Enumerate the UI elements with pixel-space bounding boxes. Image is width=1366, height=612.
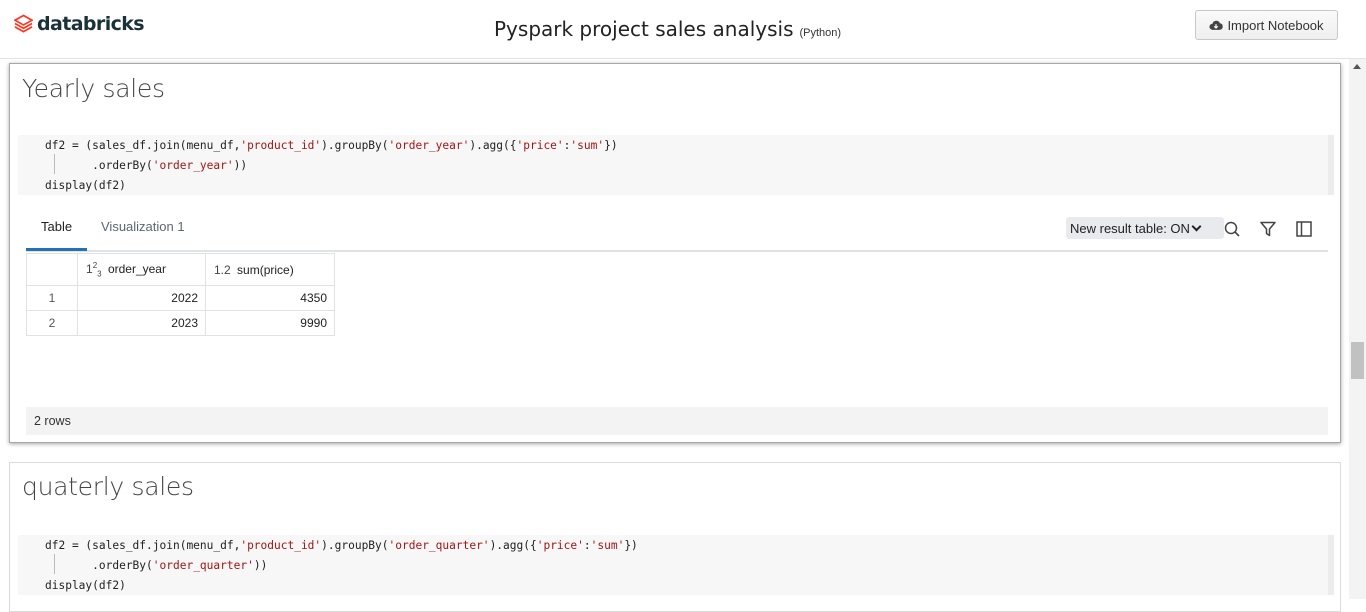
decimal-type-icon: 1.2 [214, 262, 231, 277]
notebook-title: Pyspark project sales analysis [494, 17, 794, 41]
code-line-2: .orderBy('order_quarter')) [45, 559, 268, 572]
databricks-logo-icon [14, 14, 33, 33]
chevron-down-icon [1191, 221, 1202, 231]
import-notebook-button[interactable]: Import Notebook [1195, 10, 1338, 40]
integer-type-icon: 123 [86, 260, 102, 279]
code-line-2: .orderBy('order_year')) [45, 159, 248, 172]
search-icon[interactable] [1223, 220, 1241, 238]
sidebar-panel-icon[interactable] [1295, 220, 1313, 238]
column-header-sum-price[interactable]: 1.2 sum(price) [205, 253, 335, 286]
cell-order-year[interactable]: 2023 [77, 310, 206, 336]
cell-sum-price[interactable]: 9990 [205, 310, 335, 336]
column-header-order-year[interactable]: 123 order_year [77, 253, 206, 286]
column-name: order_year [107, 261, 166, 276]
tab-table[interactable]: Table [41, 219, 72, 234]
cloud-download-icon [1209, 20, 1224, 30]
cell-heading: Yearly sales [22, 74, 165, 103]
code-editor[interactable]: df2 = (sales_df.join(menu_df,'product_id… [18, 535, 1334, 595]
result-table: 123 order_year 1.2 sum(price) 1 2022 435… [26, 253, 335, 336]
row-index-header [26, 253, 78, 286]
row-index: 1 [26, 285, 78, 311]
new-result-table-toggle[interactable]: New result table: ON [1066, 217, 1224, 239]
notebook-cell-quaterly-sales[interactable]: quaterly sales df2 = (sales_df.join(menu… [9, 462, 1341, 612]
top-header: databricks Pyspark project sales analysi… [0, 0, 1366, 59]
scrollbar-thumb[interactable] [1351, 342, 1364, 379]
table-row: 1 2022 4350 [26, 285, 335, 311]
page-scrollbar[interactable] [1349, 59, 1366, 599]
code-line-3: display(df2) [45, 579, 126, 592]
row-index: 2 [26, 310, 78, 336]
table-header-row: 123 order_year 1.2 sum(price) [26, 253, 335, 286]
tab-visualization-1[interactable]: Visualization 1 [101, 219, 185, 234]
brand-name: databricks [37, 13, 145, 35]
column-name: sum(price) [237, 262, 294, 277]
notebook-language: (Python) [799, 27, 842, 39]
code-line-3: display(df2) [45, 179, 126, 192]
cell-heading: quaterly sales [22, 472, 194, 501]
import-notebook-label: Import Notebook [1227, 17, 1324, 33]
filter-icon[interactable] [1259, 220, 1277, 238]
code-line-1: df2 = (sales_df.join(menu_df,'product_id… [45, 539, 638, 552]
code-editor[interactable]: df2 = (sales_df.join(menu_df,'product_id… [18, 135, 1334, 195]
databricks-logo[interactable]: databricks [14, 13, 145, 35]
notebook-cell-yearly-sales[interactable]: Yearly sales df2 = (sales_df.join(menu_d… [9, 63, 1341, 443]
scroll-up-arrow-icon[interactable] [1353, 64, 1361, 69]
row-count-footer: 2 rows [26, 407, 1328, 435]
result-tabs-bar: Table Visualization 1 New result table: … [26, 207, 1328, 252]
active-tab-indicator [26, 248, 87, 251]
cell-sum-price[interactable]: 4350 [205, 285, 335, 311]
table-row: 2 2023 9990 [26, 310, 335, 336]
new-result-table-label: New result table: ON [1070, 220, 1190, 236]
notebook-title-area: Pyspark project sales analysis (Python) [494, 17, 841, 41]
cell-order-year[interactable]: 2022 [77, 285, 206, 311]
code-line-1: df2 = (sales_df.join(menu_df,'product_id… [45, 139, 618, 152]
